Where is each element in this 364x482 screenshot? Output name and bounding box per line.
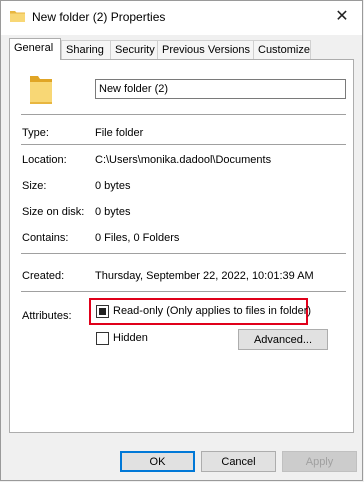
size-on-disk-value: 0 bytes — [95, 206, 131, 218]
cancel-button[interactable]: Cancel — [201, 451, 276, 472]
tab-previous-versions[interactable]: Previous Versions — [157, 40, 255, 59]
tab-sharing[interactable]: Sharing — [61, 40, 112, 59]
divider — [21, 291, 346, 292]
folder-icon — [10, 11, 25, 22]
apply-button[interactable]: Apply — [282, 451, 357, 472]
title-bar: New folder (2) Properties ✕ — [1, 1, 362, 35]
size-on-disk-label: Size on disk: — [22, 206, 85, 218]
folder-name-input[interactable] — [95, 79, 346, 99]
created-label: Created: — [22, 270, 65, 282]
location-value: C:\Users\monika.dadool\Documents — [95, 154, 272, 166]
close-button[interactable]: ✕ — [322, 1, 362, 31]
tab-general[interactable]: General — [9, 38, 61, 60]
bottom-strip — [1, 474, 362, 480]
ok-button[interactable]: OK — [120, 451, 195, 472]
window-title: New folder (2) Properties — [32, 10, 166, 24]
hidden-label[interactable]: Hidden — [113, 332, 148, 344]
advanced-button[interactable]: Advanced... — [238, 329, 328, 350]
type-label: Type: — [22, 127, 49, 139]
hidden-checkbox[interactable] — [96, 332, 109, 345]
readonly-checkbox[interactable] — [96, 305, 109, 318]
tab-security[interactable]: Security — [110, 40, 159, 59]
tab-customize[interactable]: Customize — [253, 40, 311, 59]
close-icon: ✕ — [335, 8, 349, 25]
readonly-label[interactable]: Read-only (Only applies to files in fold… — [113, 305, 311, 317]
created-value: Thursday, September 22, 2022, 10:01:39 A… — [95, 270, 314, 282]
properties-dialog: New folder (2) Properties ✕ General Shar… — [0, 0, 363, 481]
general-panel: Type: File folder Location: C:\Users\mon… — [9, 59, 354, 433]
divider — [21, 114, 346, 115]
location-label: Location: — [22, 154, 67, 166]
size-value: 0 bytes — [95, 180, 131, 192]
contains-value: 0 Files, 0 Folders — [95, 232, 180, 244]
divider — [21, 144, 346, 145]
type-value: File folder — [95, 127, 144, 139]
folder-icon — [30, 76, 52, 104]
divider — [21, 253, 346, 254]
size-label: Size: — [22, 180, 47, 192]
attributes-label: Attributes: — [22, 310, 72, 322]
contains-label: Contains: — [22, 232, 69, 244]
